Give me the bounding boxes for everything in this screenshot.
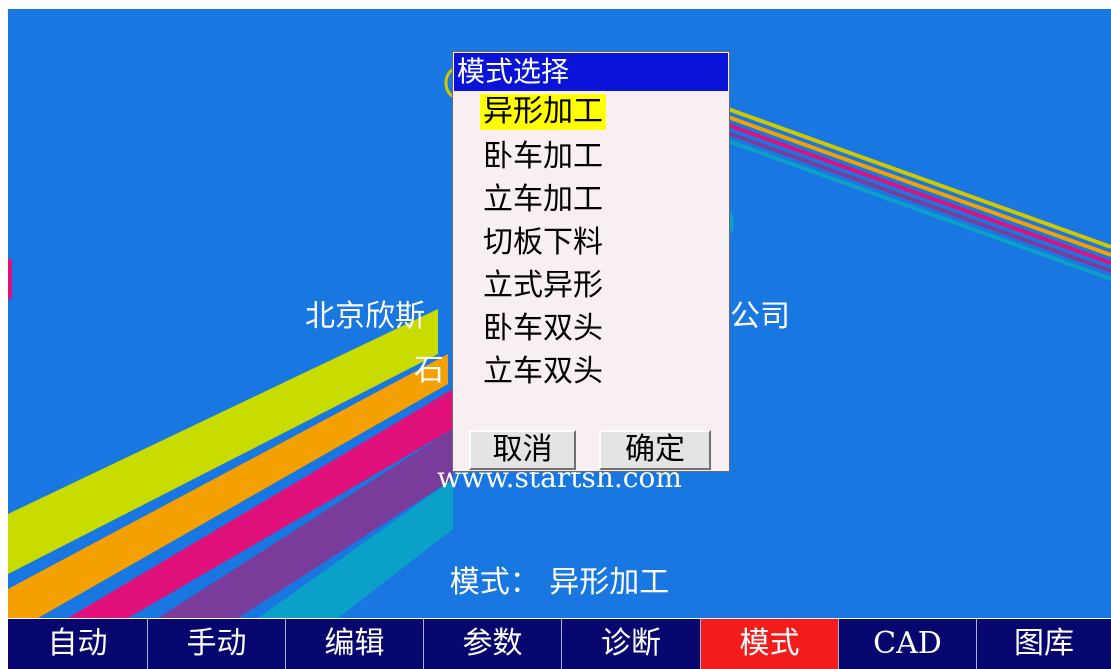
bottom-tab-bar: 自动 手动 编辑 参数 诊断 模式 CAD 图库 <box>8 619 1111 669</box>
current-mode-value: 异形加工 <box>549 565 670 600</box>
company-subline-text: 石 <box>414 353 444 388</box>
mode-option-plate-cut[interactable]: 切板下料 <box>480 225 606 261</box>
mode-option-horizontal-double[interactable]: 卧车双头 <box>480 311 606 347</box>
edge-mark <box>8 259 12 299</box>
company-name-head: 北京欣斯 <box>305 299 425 334</box>
dialog-title: 模式选择 <box>454 53 728 91</box>
machine-screen: 北京欣斯 公司 石 www.startsh.com 模式： 异形加工 模式选择 … <box>0 0 1111 669</box>
stripe-line-1 <box>727 107 1111 249</box>
mode-option-vertical[interactable]: 立车加工 <box>480 182 606 218</box>
stripe-line-5 <box>727 139 1111 281</box>
stripe-line-4 <box>727 131 1111 273</box>
tab-parameters[interactable]: 参数 <box>424 619 562 669</box>
mode-option-horizontal[interactable]: 卧车加工 <box>480 139 606 175</box>
mode-option-vertical-shaped[interactable]: 立式异形 <box>480 268 606 304</box>
tab-library[interactable]: 图库 <box>977 619 1111 669</box>
current-mode-line: 模式： 异形加工 <box>8 557 1111 601</box>
tab-diagnostics[interactable]: 诊断 <box>562 619 701 669</box>
tab-edit[interactable]: 编辑 <box>286 619 424 669</box>
mode-option-shaped[interactable]: 异形加工 <box>480 94 606 130</box>
tab-manual[interactable]: 手动 <box>148 619 286 669</box>
cancel-button[interactable]: 取消 <box>469 430 576 470</box>
stripe-line-2 <box>727 115 1111 257</box>
mode-option-vertical-double[interactable]: 立车双头 <box>480 354 606 390</box>
tab-cad[interactable]: CAD <box>839 619 977 669</box>
tab-auto[interactable]: 自动 <box>8 619 148 669</box>
ok-button[interactable]: 确定 <box>599 430 711 470</box>
tab-mode[interactable]: 模式 <box>701 619 839 669</box>
mode-select-dialog: 模式选择 异形加工 卧车加工 立车加工 切板下料 立式异形 卧车双头 立车双头 … <box>452 51 730 472</box>
company-name-tail: 公司 <box>730 299 790 334</box>
current-mode-label: 模式： <box>449 565 540 600</box>
stripe-line-3 <box>727 123 1111 265</box>
